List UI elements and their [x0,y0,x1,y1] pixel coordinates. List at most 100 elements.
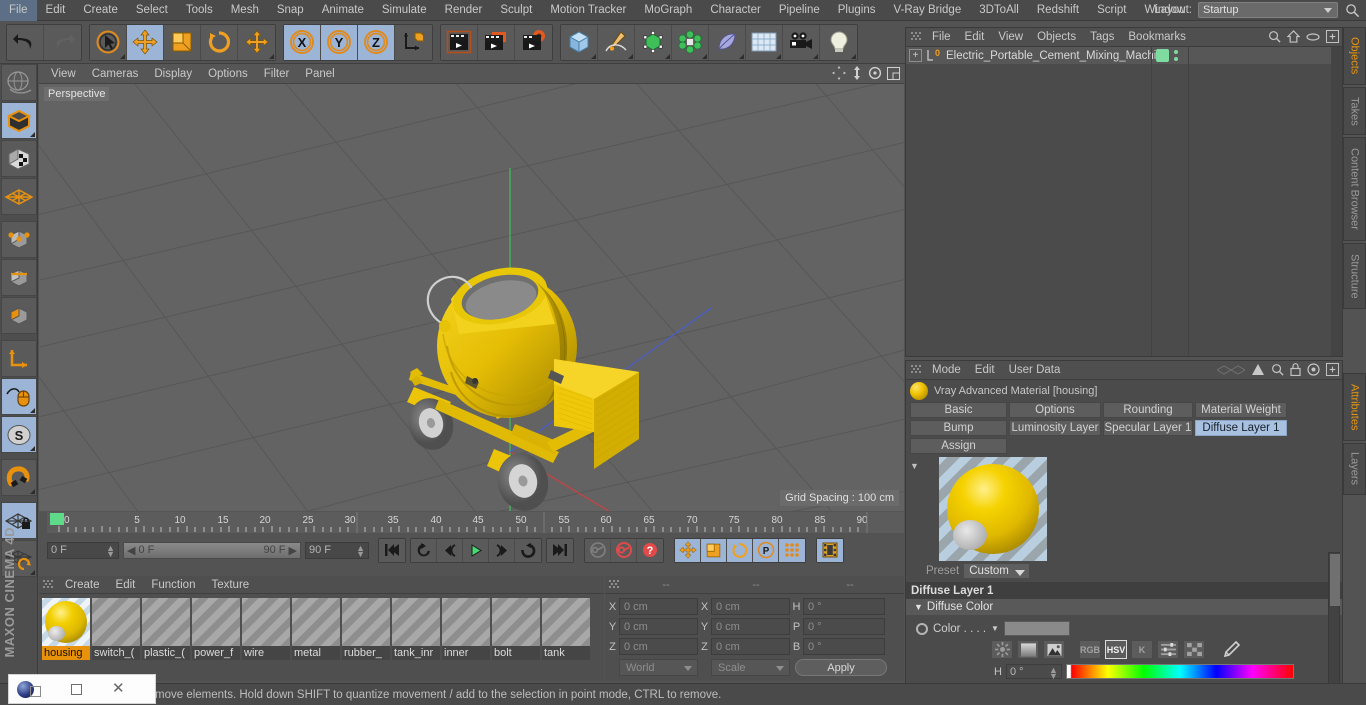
material-item-plastic[interactable]: plastic_( [142,598,190,660]
at-menu-mode[interactable]: Mode [925,361,968,380]
cube-primitive-icon[interactable] [561,24,598,60]
timeline-range-slider[interactable]: ◀ 0 F 90 F ▶ [123,541,301,559]
menu-vray-bridge[interactable]: V-Ray Bridge [884,0,970,21]
rgb-mode-button[interactable]: RGB [1079,640,1101,659]
edge-mode-icon[interactable] [1,259,37,296]
new-window-icon[interactable] [1326,30,1339,43]
chevron-down-icon[interactable]: ▼ [991,624,999,633]
viewport-menu-cameras[interactable]: Cameras [84,64,147,84]
menu-file[interactable]: File [0,0,37,21]
spline-pen-icon[interactable] [598,24,635,60]
step-forward-icon[interactable] [489,538,515,562]
layout-dropdown[interactable]: Startup [1198,2,1338,18]
new-window-icon[interactable] [1326,363,1339,376]
coordinate-mode-dropdown[interactable]: Scale [711,659,790,676]
step-back-icon[interactable] [437,538,463,562]
maximize-window-icon[interactable] [71,683,82,695]
collapse-arrow-icon[interactable]: ▼ [910,461,919,471]
key-scale-icon[interactable] [701,538,727,562]
menu-character[interactable]: Character [701,0,770,21]
viewport-menu-options[interactable]: Options [200,64,256,84]
world-object-axis-icon[interactable] [395,24,432,60]
om-menu-objects[interactable]: Objects [1030,28,1083,47]
coord-field-rot-h[interactable]: 0 ° [803,598,885,615]
orbit-icon[interactable] [868,66,882,80]
menu-3dtoall[interactable]: 3DToAll [970,0,1028,21]
object-tree[interactable]: + 0 Electric_Portable_Cement_Mixing_Mach… [906,47,1342,356]
material-item-tank[interactable]: tank [542,598,590,660]
x-axis-icon[interactable]: X [284,24,321,60]
tab-basic[interactable]: Basic [910,402,1007,418]
om-menu-tags[interactable]: Tags [1083,28,1121,47]
coord-field-rot-p[interactable]: 0 ° [803,618,885,635]
at-menu-user-data[interactable]: User Data [1002,361,1068,380]
expand-toggle-icon[interactable]: + [909,49,922,62]
search-icon[interactable] [1268,30,1281,43]
render-view-icon[interactable] [441,24,478,60]
material-menu-create[interactable]: Create [57,576,108,594]
enable-snap-s-icon[interactable]: S [1,416,37,453]
tab-bump[interactable]: Bump [910,420,1007,436]
coord-field-pos-z[interactable]: 0 cm [619,638,698,655]
material-item-power[interactable]: power_f [192,598,240,660]
maximize-icon[interactable] [887,66,900,80]
drag-handle-icon[interactable] [909,32,925,42]
current-frame-field[interactable]: 0 F ▲ ▼ [47,541,119,559]
menu-redshift[interactable]: Redshift [1028,0,1088,21]
om-menu-bookmarks[interactable]: Bookmarks [1121,28,1193,47]
world-globe-icon[interactable] [1,64,37,101]
coord-field-pos-y[interactable]: 0 cm [619,618,698,635]
key-points-icon[interactable] [779,538,805,562]
key-rotation-icon[interactable] [727,538,753,562]
menu-snap[interactable]: Snap [268,0,313,21]
rotate-icon[interactable] [201,24,238,60]
light-icon[interactable] [820,24,857,60]
scale-icon[interactable] [164,24,201,60]
menu-select[interactable]: Select [127,0,177,21]
coord-field-size-y[interactable]: 0 cm [711,618,790,635]
tab-assign[interactable]: Assign [910,438,1007,454]
material-preview[interactable] [938,457,1047,561]
menu-motion-tracker[interactable]: Motion Tracker [541,0,635,21]
animation-layer-icon[interactable] [817,538,843,562]
history-nav-icon[interactable] [1217,364,1245,376]
range-next-icon[interactable]: ▶ [289,544,297,557]
polygon-mode-icon[interactable] [1,297,37,334]
menu-plugins[interactable]: Plugins [829,0,885,21]
search-icon[interactable] [1345,3,1360,18]
move-icon[interactable] [127,24,164,60]
spinner-icon[interactable]: ▲ ▼ [106,543,115,558]
dock-tab-content-browser[interactable]: Content Browser [1343,137,1366,241]
material-item-bolt[interactable]: bolt [492,598,540,660]
axis-move-icon[interactable] [238,24,275,60]
key-parameter-icon[interactable]: P [753,538,779,562]
image-picker-icon[interactable] [1043,640,1065,659]
viewport-menu-panel[interactable]: Panel [297,64,342,84]
drag-handle-icon[interactable] [909,365,925,375]
search-icon[interactable] [1271,363,1284,376]
dolly-icon[interactable] [851,66,863,80]
coordinate-system-dropdown[interactable]: World [619,659,698,676]
tab-rounding[interactable]: Rounding [1103,402,1193,418]
preset-dropdown[interactable]: Custom [964,564,1029,578]
menu-mesh[interactable]: Mesh [222,0,268,21]
menu-pipeline[interactable]: Pipeline [770,0,829,21]
menu-animate[interactable]: Animate [313,0,373,21]
visibility-dots-icon[interactable] [1173,49,1179,63]
coord-field-size-x[interactable]: 0 cm [711,598,790,615]
dock-tab-layers[interactable]: Layers [1343,443,1366,495]
magnet-icon[interactable] [1,459,37,496]
material-item-wire[interactable]: wire [242,598,290,660]
point-mode-icon[interactable] [1,221,37,258]
om-menu-view[interactable]: View [991,28,1030,47]
hsv-mode-button[interactable]: HSV [1105,640,1127,659]
drag-handle-icon[interactable] [43,579,57,590]
menu-render[interactable]: Render [436,0,492,21]
menu-simulate[interactable]: Simulate [373,0,436,21]
live-selection-icon[interactable] [90,24,127,60]
lock-icon[interactable] [1290,363,1301,376]
max-frame-field[interactable]: 90 F ▲ ▼ [305,541,369,559]
tab-diffuse-layer-1[interactable]: Diffuse Layer 1 [1195,420,1287,436]
object-row-mixing-machine[interactable]: + 0 Electric_Portable_Cement_Mixing_Mach… [906,47,1342,65]
material-item-switch[interactable]: switch_( [92,598,140,660]
